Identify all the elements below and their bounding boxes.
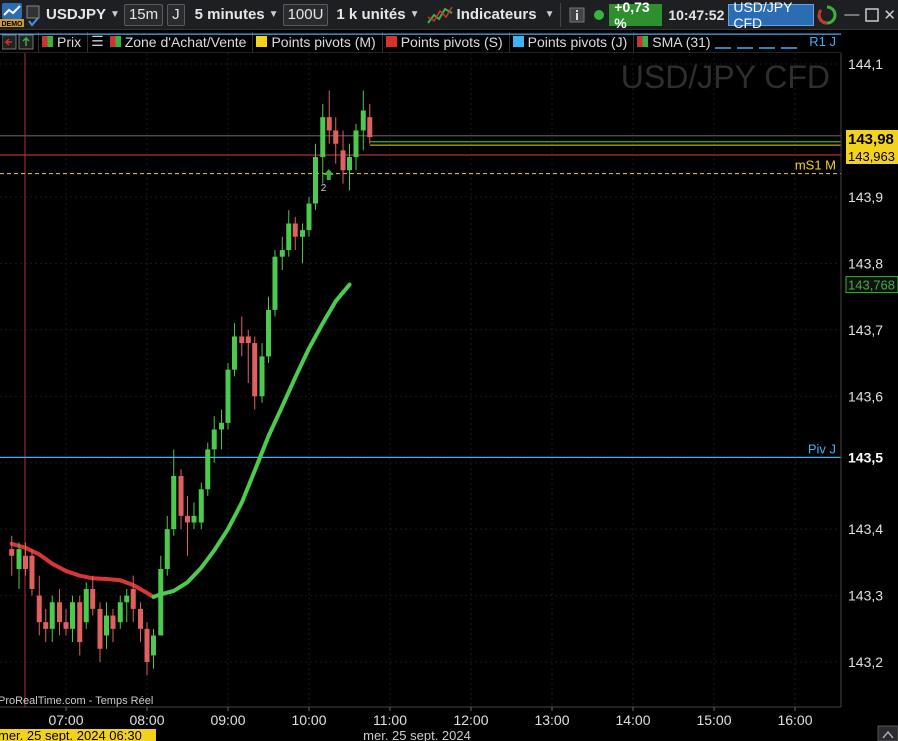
cursor-date-label: mer. 25 sept. 2024 06:30 xyxy=(0,728,142,741)
y-tick-label: 143,4 xyxy=(848,521,883,537)
candle-body xyxy=(57,602,63,623)
candle-body xyxy=(36,595,42,623)
candle-body xyxy=(191,515,197,523)
candle-body xyxy=(292,223,298,237)
candle xyxy=(198,482,204,530)
candle-body xyxy=(211,429,217,450)
pivot-level-label: R1 J xyxy=(809,34,836,49)
date-label: mer. 25 sept. 2024 xyxy=(363,728,471,741)
candle-body xyxy=(306,203,312,231)
x-tick-label: 07:00 xyxy=(48,712,83,728)
y-tick-label: 143,6 xyxy=(848,388,883,404)
candle-body xyxy=(110,615,116,629)
candle xyxy=(225,363,231,430)
candle-body xyxy=(185,515,190,523)
price-label: 143,98 xyxy=(848,131,894,148)
candle-body xyxy=(63,622,69,629)
x-tick-label: 10:00 xyxy=(291,712,326,728)
candle-body xyxy=(138,608,144,629)
price-chart[interactable]: USD/JPY CFD R1 J mS1 M Piv J 2 144,1 143,9 1… xyxy=(0,0,898,741)
candle-body xyxy=(104,615,109,636)
price-label: 143,963 xyxy=(848,149,895,164)
candle-body xyxy=(130,588,136,609)
candle-body xyxy=(245,336,251,344)
candle-body xyxy=(266,309,271,357)
x-tick-label: 16:00 xyxy=(777,712,812,728)
scroll-up-icon[interactable] xyxy=(877,725,898,741)
candle xyxy=(272,250,278,317)
x-tick-label: 13:00 xyxy=(534,712,569,728)
candle-body xyxy=(29,555,35,589)
candle-body xyxy=(16,549,22,570)
candle-body xyxy=(367,117,373,138)
candle-body xyxy=(90,588,96,609)
price-label: 143,5 xyxy=(848,449,883,465)
candle-body xyxy=(124,595,130,603)
candle-body xyxy=(333,130,339,144)
candle-body xyxy=(178,475,184,516)
candle-body xyxy=(43,622,49,629)
candle-body xyxy=(231,336,237,370)
candle-body xyxy=(360,110,366,131)
candle-body xyxy=(49,602,55,629)
candle-body xyxy=(171,475,177,530)
pivot-level-label: mS1 M xyxy=(795,158,836,173)
candle-body xyxy=(69,602,75,629)
candle-body xyxy=(326,117,332,131)
candle-body xyxy=(279,250,285,257)
candle-body xyxy=(353,130,359,158)
candle-body xyxy=(158,569,164,636)
plot-area xyxy=(0,53,841,707)
candle-body xyxy=(320,117,326,158)
candle-body xyxy=(259,356,265,397)
y-tick-label: 143,7 xyxy=(848,322,883,338)
copyright-label: ProRealTime.com - Temps Réel xyxy=(0,695,153,707)
candle-body xyxy=(300,230,306,237)
price-label: 143,768 xyxy=(848,278,895,293)
pivot-level-label: Piv J xyxy=(808,441,836,456)
candle-body xyxy=(239,336,245,344)
candle-body xyxy=(272,256,278,310)
candle-body xyxy=(164,529,170,570)
marker-label: 2 xyxy=(321,183,327,194)
candle-body xyxy=(312,157,318,204)
y-tick-label: 144,1 xyxy=(848,56,883,72)
y-tick-label: 143,3 xyxy=(848,588,883,604)
x-tick-label: 12:00 xyxy=(453,712,488,728)
x-tick-label: 08:00 xyxy=(129,712,164,728)
candle-body xyxy=(144,628,150,663)
candle-body xyxy=(205,449,211,490)
candle xyxy=(29,549,35,596)
candle-body xyxy=(219,422,225,430)
candle xyxy=(205,442,211,496)
candle-body xyxy=(23,555,28,570)
y-tick-label: 143,8 xyxy=(848,255,883,271)
x-tick-label: 14:00 xyxy=(615,712,650,728)
candle-body xyxy=(97,608,103,649)
candle-body xyxy=(286,223,292,251)
candle-body xyxy=(77,602,83,643)
candle-body xyxy=(225,369,231,423)
candle-body xyxy=(347,157,352,171)
watermark: USD/JPY CFD xyxy=(621,59,830,95)
x-tick-label: 09:00 xyxy=(210,712,245,728)
candle-body xyxy=(340,150,346,171)
candle-body xyxy=(83,588,89,623)
candle-body xyxy=(198,489,204,523)
y-tick-label: 143,9 xyxy=(848,189,883,205)
candle-body xyxy=(9,549,15,556)
candle-body xyxy=(117,602,123,623)
candle xyxy=(83,582,89,629)
y-tick-label: 143,2 xyxy=(848,654,883,670)
x-tick-label: 11:00 xyxy=(373,712,407,728)
candle-body xyxy=(252,343,258,397)
candle-body xyxy=(150,635,156,656)
x-tick-label: 15:00 xyxy=(696,712,731,728)
